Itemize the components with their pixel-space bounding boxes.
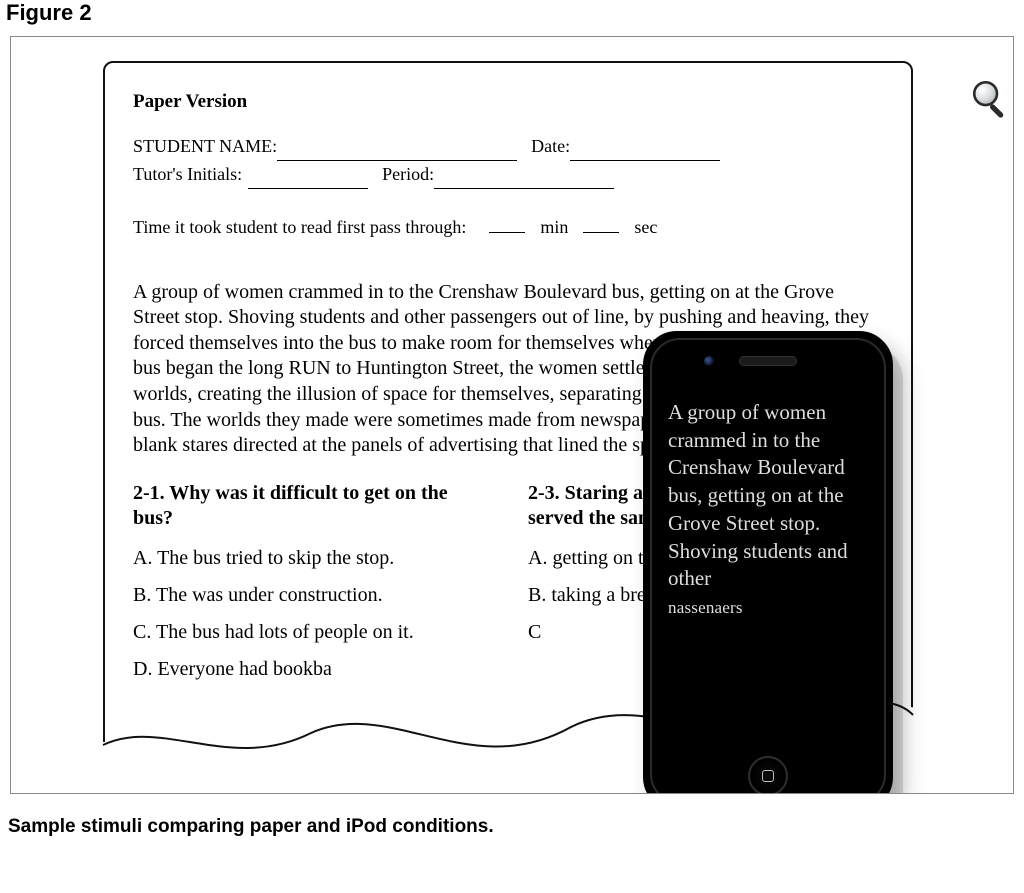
ipod-screen-cutoff-text: nassenaers xyxy=(668,598,743,617)
worksheet-header-fields: STUDENT NAME: Date: Tutor's Initials: Pe… xyxy=(133,133,883,189)
earpiece-speaker xyxy=(739,356,797,366)
label-tutor-initials: Tutor's Initials: xyxy=(133,161,242,189)
blank-tutor-initials[interactable] xyxy=(248,168,368,189)
label-sec: sec xyxy=(634,217,657,237)
figure-frame: Paper Version STUDENT NAME: Date: Tutor'… xyxy=(10,36,1014,794)
time-line: Time it took student to read first pass … xyxy=(133,213,883,238)
label-min: min xyxy=(540,217,568,237)
magnify-icon[interactable] xyxy=(969,77,1011,119)
q3-prompt-line2: served the san xyxy=(528,507,649,529)
blank-date[interactable] xyxy=(570,140,720,161)
front-camera-icon xyxy=(704,356,714,366)
blank-student-name[interactable] xyxy=(277,140,517,161)
q1-option-a[interactable]: A. The bus tried to skip the stop. xyxy=(133,547,488,570)
label-time-prompt: Time it took student to read first pass … xyxy=(133,217,466,237)
q3-prompt-line1: 2-3. Staring at xyxy=(528,482,650,504)
figure-caption: Sample stimuli comparing paper and iPod … xyxy=(0,794,1024,838)
q1-option-b[interactable]: B. The was under construction. xyxy=(133,584,488,607)
home-button[interactable] xyxy=(748,756,788,794)
blank-min[interactable] xyxy=(489,213,525,233)
label-period: Period: xyxy=(382,161,434,189)
ipod-screen[interactable]: A group of women crammed in to the Crens… xyxy=(660,389,876,748)
question-2-1: 2-1. Why was it difficult to get on the … xyxy=(133,481,488,695)
figure-label: Figure 2 xyxy=(0,0,1024,36)
home-button-icon xyxy=(762,770,774,782)
label-date: Date: xyxy=(531,133,570,161)
paper-version-title: Paper Version xyxy=(133,91,883,113)
ipod-screen-text: A group of women crammed in to the Crens… xyxy=(668,400,848,590)
ipod-device: A group of women crammed in to the Crens… xyxy=(643,331,893,794)
label-student-name: STUDENT NAME: xyxy=(133,133,277,161)
blank-sec[interactable] xyxy=(583,213,619,233)
q1-option-d-partial[interactable]: D. Everyone had bookba xyxy=(133,658,488,681)
q1-prompt: 2-1. Why was it difficult to get on the … xyxy=(133,481,488,531)
q1-option-c[interactable]: C. The bus had lots of people on it. xyxy=(133,621,488,644)
blank-period[interactable] xyxy=(434,168,614,189)
